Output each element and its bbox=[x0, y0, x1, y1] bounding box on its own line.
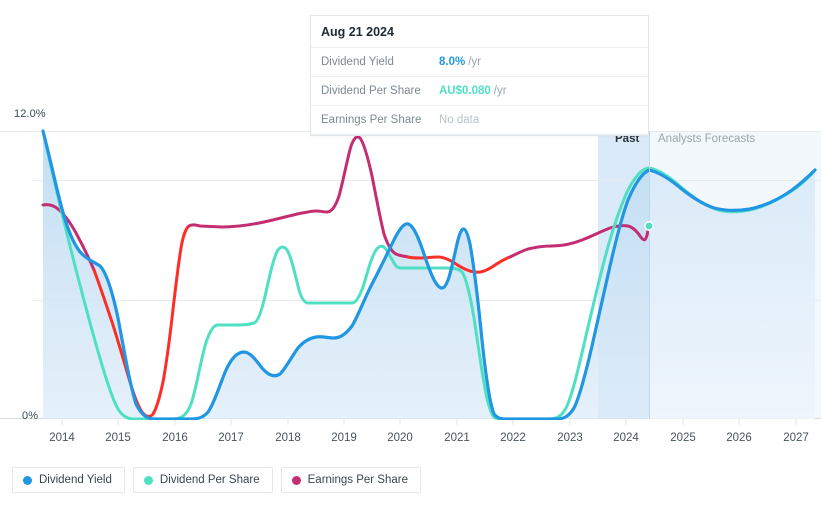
legend-item-dividend-per-share[interactable]: Dividend Per Share bbox=[132, 467, 273, 493]
tooltip-label-dividend-per-share: Dividend Per Share bbox=[321, 85, 421, 97]
x-axis-label-2025: 2025 bbox=[670, 432, 696, 444]
analysts-forecasts-label: Analysts Forecasts bbox=[658, 133, 756, 145]
tooltip-value-dividend-per-share: AU$0.080 bbox=[439, 85, 491, 97]
x-axis-label-2018: 2018 bbox=[275, 432, 301, 444]
legend-dot-icon-earnings-per-share bbox=[291, 475, 301, 485]
chart-tooltip: Aug 21 2024 Dividend Yield 8.0% /yr Divi… bbox=[310, 15, 649, 136]
cursor-marker-dot bbox=[643, 221, 654, 232]
legend-dot-icon-dividend-per-share bbox=[143, 475, 153, 485]
legend-label-earnings-per-share: Earnings Per Share bbox=[307, 474, 408, 486]
x-axis-label-2019: 2019 bbox=[331, 432, 357, 444]
x-axis-label-2020: 2020 bbox=[387, 432, 413, 444]
dividend-yield-area-past bbox=[43, 131, 649, 419]
chart-legend: Dividend Yield Dividend Per Share Earnin… bbox=[12, 467, 421, 493]
x-axis-label-2015: 2015 bbox=[105, 432, 131, 444]
earnings-per-share-line-b bbox=[187, 135, 410, 259]
tooltip-row-dividend-yield: Dividend Yield 8.0% /yr bbox=[311, 47, 648, 76]
tooltip-row-dividend-per-share: Dividend Per Share AU$0.080 /yr bbox=[311, 76, 648, 105]
x-axis-label-2016: 2016 bbox=[162, 432, 188, 444]
tooltip-unit-dividend-per-share: /yr bbox=[493, 85, 507, 97]
tooltip-row-earnings-per-share: Earnings Per Share No data bbox=[311, 105, 648, 135]
legend-dot-icon-dividend-yield bbox=[23, 475, 32, 485]
x-axis-label-2022: 2022 bbox=[500, 432, 526, 444]
x-axis-label-2017: 2017 bbox=[218, 432, 244, 444]
x-axis-label-2023: 2023 bbox=[557, 432, 583, 444]
y-axis-label-top: 12.0% bbox=[14, 108, 46, 120]
x-axis-label-2026: 2026 bbox=[726, 432, 752, 444]
tooltip-value-dividend-yield: 8.0% bbox=[439, 56, 466, 68]
legend-item-dividend-yield[interactable]: Dividend Yield bbox=[12, 467, 125, 493]
x-axis-label-2027: 2027 bbox=[783, 432, 809, 444]
x-axis-label-2014: 2014 bbox=[49, 432, 75, 444]
legend-label-dividend-per-share: Dividend Per Share bbox=[159, 474, 260, 486]
y-axis-label-bottom: 0% bbox=[22, 410, 39, 422]
tooltip-value-earnings-per-share: No data bbox=[439, 114, 480, 126]
tooltip-label-earnings-per-share: Earnings Per Share bbox=[321, 114, 422, 126]
tooltip-unit-dividend-yield: /yr bbox=[468, 56, 481, 68]
legend-label-dividend-yield: Dividend Yield bbox=[39, 474, 112, 486]
x-axis-label-2021: 2021 bbox=[444, 432, 470, 444]
tooltip-label-dividend-yield: Dividend Yield bbox=[321, 56, 394, 68]
x-axis-label-2024: 2024 bbox=[613, 432, 639, 444]
legend-item-earnings-per-share[interactable]: Earnings Per Share bbox=[280, 467, 421, 493]
tooltip-title: Aug 21 2024 bbox=[321, 25, 394, 39]
